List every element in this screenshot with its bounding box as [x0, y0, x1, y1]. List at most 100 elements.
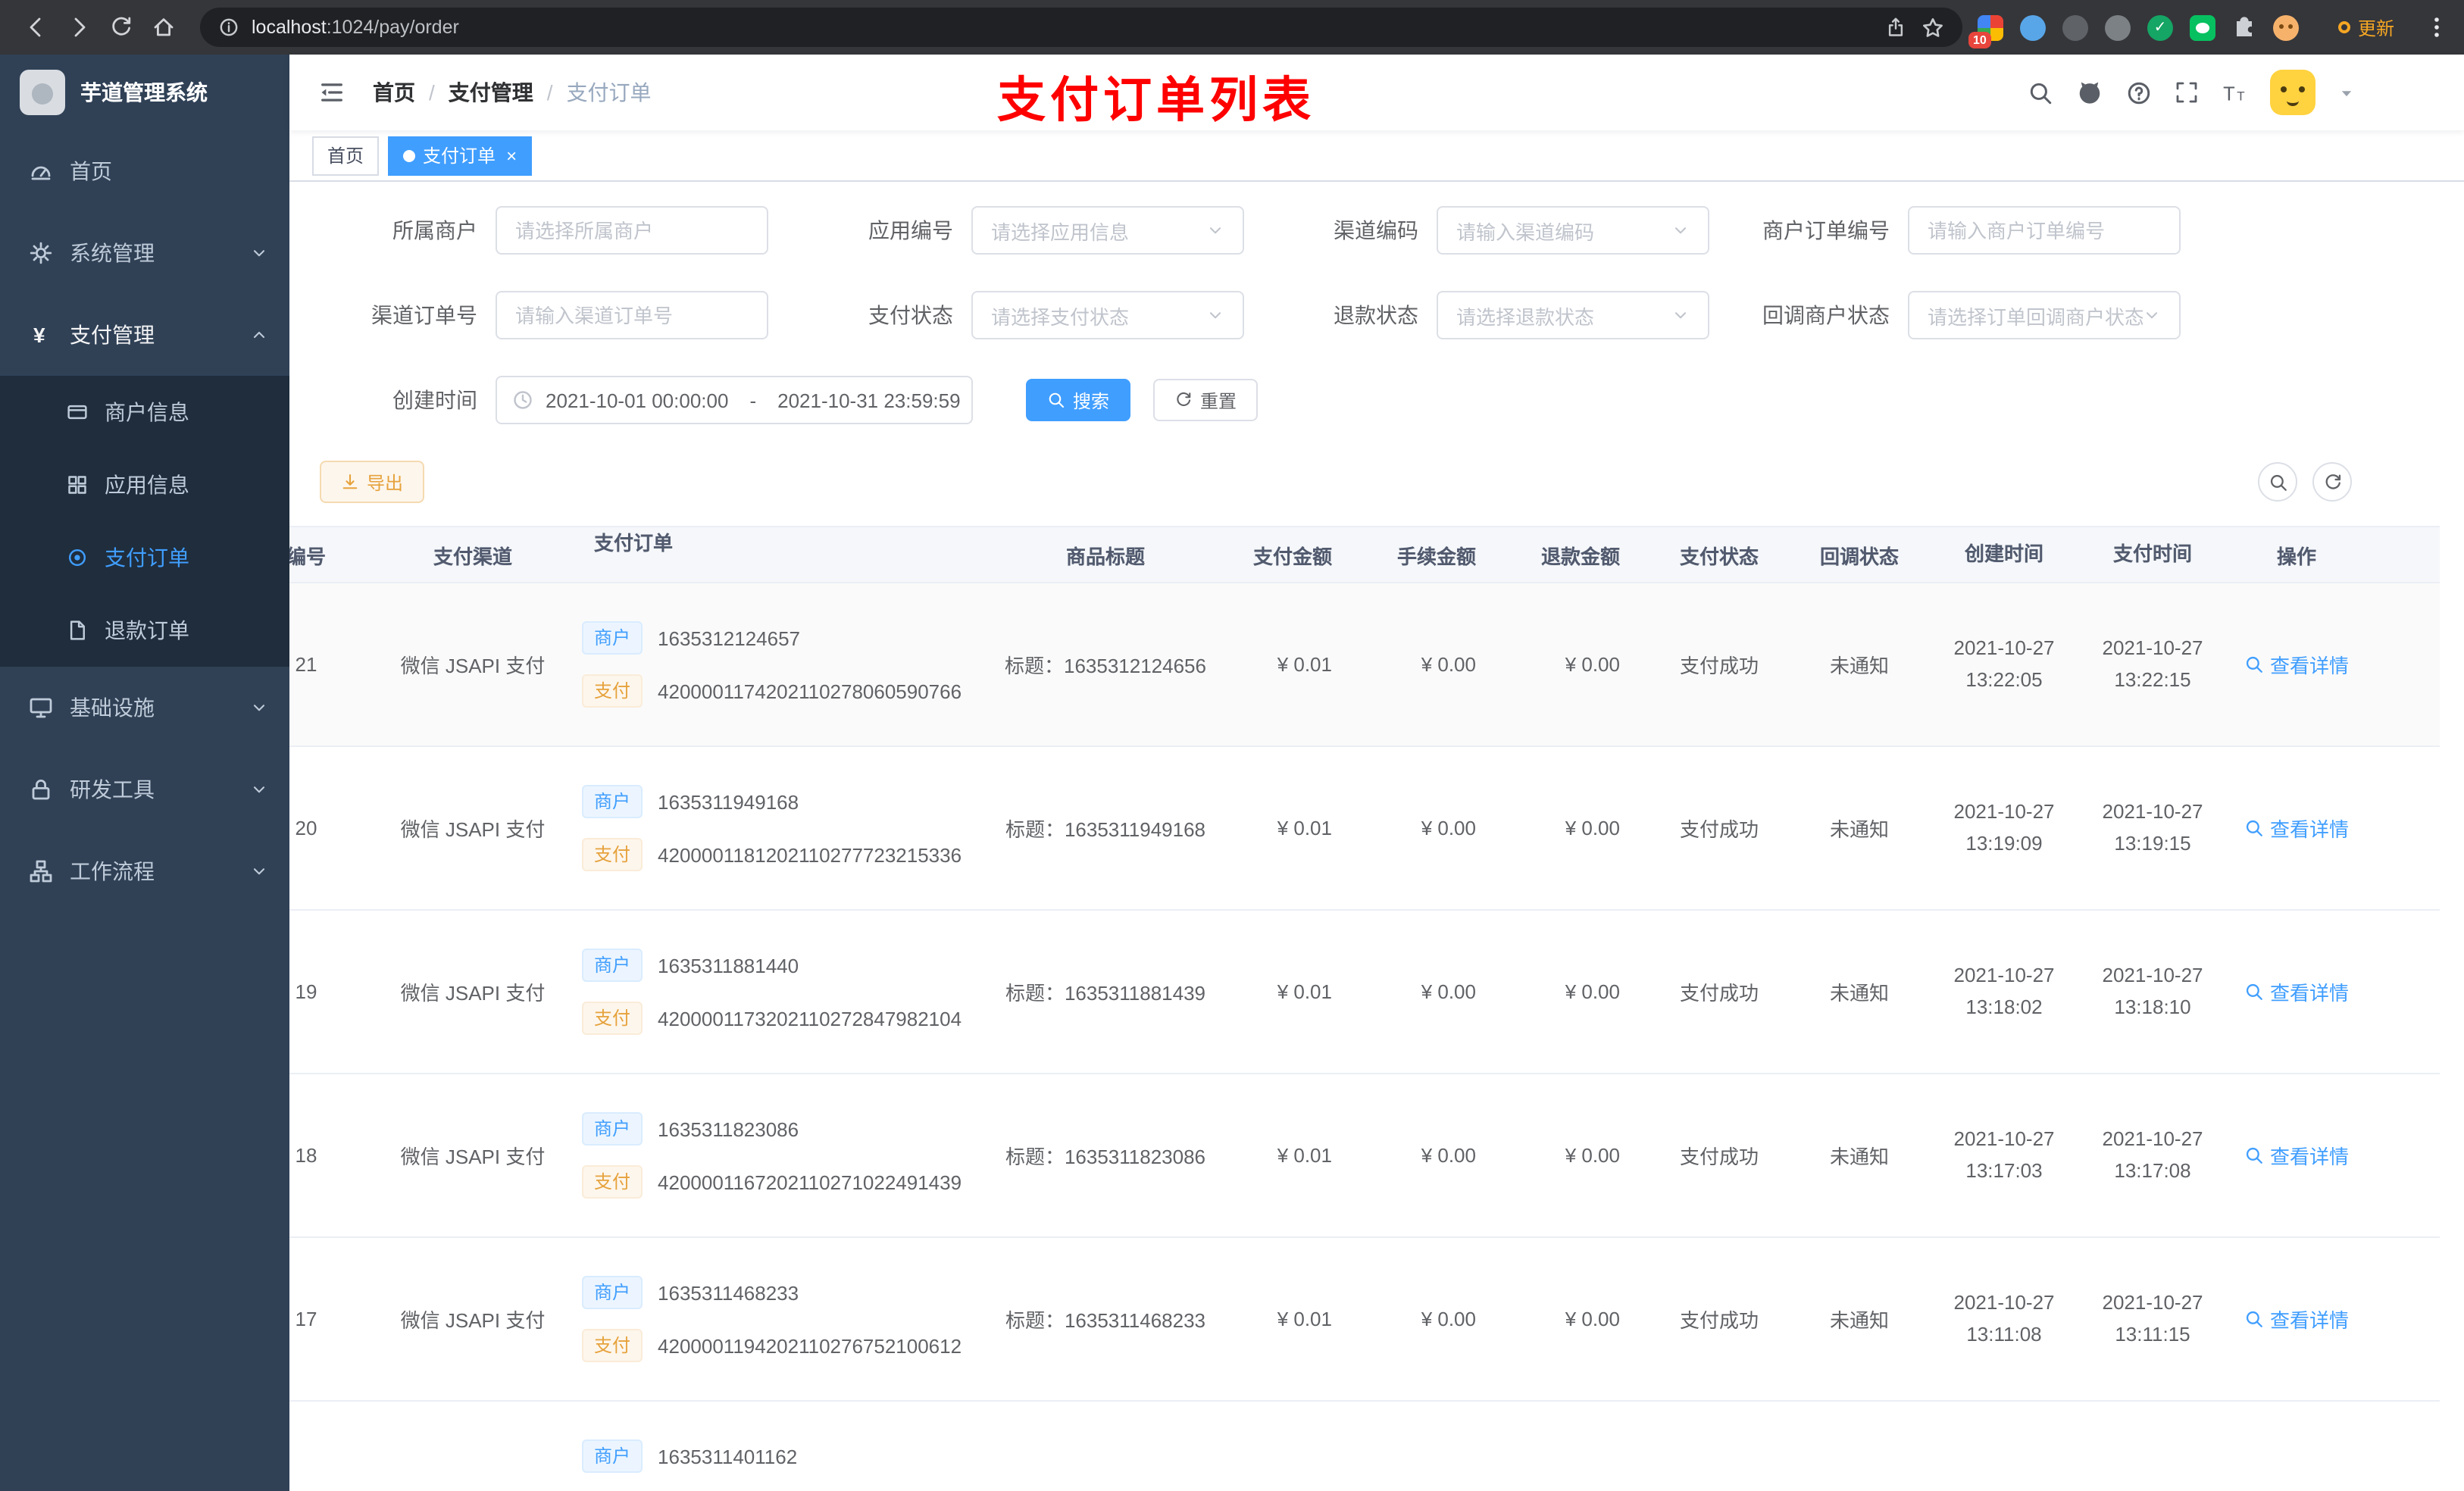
filter-input-channel-order-no[interactable]: [496, 291, 768, 339]
export-button[interactable]: 导出: [320, 461, 425, 503]
filter-input-merchant[interactable]: [496, 206, 768, 255]
cell-order: 商户 1635311881440 支付 42000011732021102728479…: [579, 911, 973, 1073]
view-detail-link[interactable]: 查看详情: [2244, 650, 2349, 679]
filter-group-app-no: 应用编号 请选择应用信息: [790, 206, 1244, 255]
sidebar-item-dev-tools[interactable]: 研发工具: [0, 749, 289, 830]
tab-close-icon[interactable]: ×: [506, 145, 517, 166]
cell-order: 商户 1635311949168 支付 42000011812021102777232…: [579, 747, 973, 909]
filter-input-merchant-order-no[interactable]: [1908, 206, 2181, 255]
toggle-search-button[interactable]: [2258, 462, 2297, 502]
browser-update-button[interactable]: 更新: [2325, 10, 2408, 45]
extension-icon-chat[interactable]: [2189, 14, 2215, 40]
filter-group-callback-status: 回调商户状态 请选择订单回调商户状态: [1726, 291, 2181, 339]
filter-form: 所属商户应用编号请选择应用信息渠道编码请输入渠道编码商户订单编号 渠道订单号支付…: [314, 206, 2440, 424]
tab-home[interactable]: 首页: [312, 136, 380, 175]
svg-text:T: T: [2223, 83, 2235, 105]
extension-icon-gray[interactable]: [2104, 14, 2131, 40]
filter-label-create-time: 创建时间: [392, 388, 477, 412]
browser-reload-button[interactable]: [100, 6, 142, 48]
filter-label-channel-order-no: 渠道订单号: [371, 303, 477, 327]
table-body: 21 微信 JSAPI 支付 商户 1635312124657 支付 4200001174…: [289, 583, 2440, 1491]
browser-forward-button[interactable]: [58, 6, 100, 48]
bookmark-star-icon[interactable]: [1921, 16, 1944, 39]
fullscreen-icon[interactable]: [2175, 80, 2199, 105]
pay-order-no: 4200001167202110271022491439: [658, 1171, 962, 1193]
sidebar-item-app-info[interactable]: 应用信息: [0, 449, 289, 521]
tab-payment-order[interactable]: 支付订单 ×: [388, 136, 533, 175]
filter-select-channel-code[interactable]: 请输入渠道编码: [1437, 206, 1709, 255]
pay-order-no: 4200001174202110278060590766: [658, 680, 962, 702]
cell-amount: ¥ 0.01: [1277, 1308, 1332, 1330]
lock-icon: [29, 777, 53, 802]
cell-callback-status: 未通知: [1829, 818, 1889, 841]
sidebar-fold-icon[interactable]: [312, 73, 352, 112]
bankcard-icon: [67, 402, 88, 423]
refresh-table-button[interactable]: [2312, 462, 2352, 502]
search-button[interactable]: 搜索: [1026, 379, 1131, 421]
sidebar-item-home[interactable]: 首页: [0, 130, 289, 212]
sidebar-item-workflow[interactable]: 工作流程: [0, 830, 289, 912]
user-avatar[interactable]: [2270, 70, 2315, 115]
pay-tag: 支付: [582, 674, 643, 708]
view-detail-link[interactable]: 查看详情: [2244, 814, 2349, 842]
cell-create-time: 2021-10-27 13:18:02: [1953, 964, 2055, 1018]
app-grid-icon: [67, 474, 88, 495]
extension-icon-dark[interactable]: [2062, 14, 2088, 40]
cell-create-time: 2021-10-27 13:11:08: [1953, 1291, 2055, 1346]
extension-icon-grid[interactable]: 10: [1968, 14, 2003, 48]
extensions-puzzle-icon[interactable]: [2232, 15, 2256, 39]
reset-button[interactable]: 重置: [1153, 379, 1259, 421]
cell-channel: 微信 JSAPI 支付: [400, 818, 546, 841]
address-bar[interactable]: localhost:1024/pay/order: [200, 8, 1962, 47]
chevron-down-icon: [1671, 306, 1690, 324]
download-icon: [341, 473, 359, 491]
view-detail-link[interactable]: 查看详情: [2244, 977, 2349, 1006]
help-icon[interactable]: [2126, 80, 2152, 105]
sidebar: 芋道管理系统 首页 系统管理 ¥ 支付管理 商户信息 应用信息 支付订单 退款订单 基础设施 研发…: [0, 55, 289, 1491]
table-toolbar: 导出: [314, 461, 2440, 503]
magnifier-icon: [2244, 1309, 2264, 1329]
column-header: 支付状态: [1679, 545, 1759, 567]
filter-select-callback-status[interactable]: 请选择订单回调商户状态: [1908, 291, 2181, 339]
browser-back-button[interactable]: [15, 6, 58, 48]
extension-icon-blue[interactable]: [2019, 14, 2046, 40]
breadcrumb-pay[interactable]: 支付管理: [449, 77, 533, 108]
svg-text:T: T: [2237, 89, 2244, 103]
breadcrumb-home[interactable]: 首页: [373, 77, 415, 108]
profile-avatar-icon[interactable]: [2272, 14, 2299, 40]
header-search-icon[interactable]: [2028, 80, 2053, 105]
github-icon[interactable]: [2076, 79, 2103, 106]
view-detail-link[interactable]: 查看详情: [2244, 1141, 2349, 1170]
font-size-icon[interactable]: TT: [2222, 80, 2247, 105]
share-icon[interactable]: [1885, 17, 1906, 38]
filter-select-refund-status[interactable]: 请选择退款状态: [1437, 291, 1709, 339]
chevron-down-icon: [2143, 306, 2161, 324]
create-time-range-picker[interactable]: 2021-10-01 00:00:00 - 2021-10-31 23:59:5…: [496, 376, 973, 424]
browser-home-button[interactable]: [142, 6, 185, 48]
cell-callback-status: 未通知: [1829, 982, 1889, 1005]
date-end-value: 2021-10-31 23:59:59: [777, 389, 961, 411]
cell-title: 标题：1635311949168: [1005, 818, 1206, 841]
view-detail-link[interactable]: 查看详情: [2244, 1305, 2349, 1333]
browser-menu-icon[interactable]: [2425, 15, 2449, 39]
cell-order: 商户 1635311468233 支付 42000011942021102767521…: [579, 1238, 973, 1400]
sidebar-item-system[interactable]: 系统管理: [0, 212, 289, 294]
cell-amount: ¥ 0.01: [1277, 817, 1332, 839]
sidebar-item-label: 系统管理: [70, 241, 155, 265]
sidebar-item-merchant-info[interactable]: 商户信息: [0, 376, 289, 449]
filter-select-app-no[interactable]: 请选择应用信息: [971, 206, 1244, 255]
sidebar-item-payment[interactable]: ¥ 支付管理: [0, 294, 289, 376]
sidebar-item-refund-order[interactable]: 退款订单: [0, 594, 289, 667]
site-info-icon[interactable]: [218, 17, 239, 38]
cell-channel: 微信 JSAPI 支付: [400, 982, 546, 1005]
sidebar-item-infrastructure[interactable]: 基础设施: [0, 667, 289, 749]
merchant-order-no: 1635311468233: [658, 1281, 799, 1304]
cell-action: 查看详情: [2225, 911, 2369, 1073]
cell-pay-time: 2021-10-27 13:11:15: [2102, 1291, 2203, 1346]
extension-icon-check[interactable]: ✓: [2147, 14, 2173, 40]
user-menu-caret-icon[interactable]: [2338, 84, 2355, 101]
filter-group-channel-code: 渠道编码 请输入渠道编码: [1255, 206, 1709, 255]
filter-select-pay-status[interactable]: 请选择支付状态: [971, 291, 1244, 339]
sidebar-item-payment-order[interactable]: 支付订单: [0, 521, 289, 594]
cell-refund: ¥ 0.00: [1565, 1144, 1620, 1167]
